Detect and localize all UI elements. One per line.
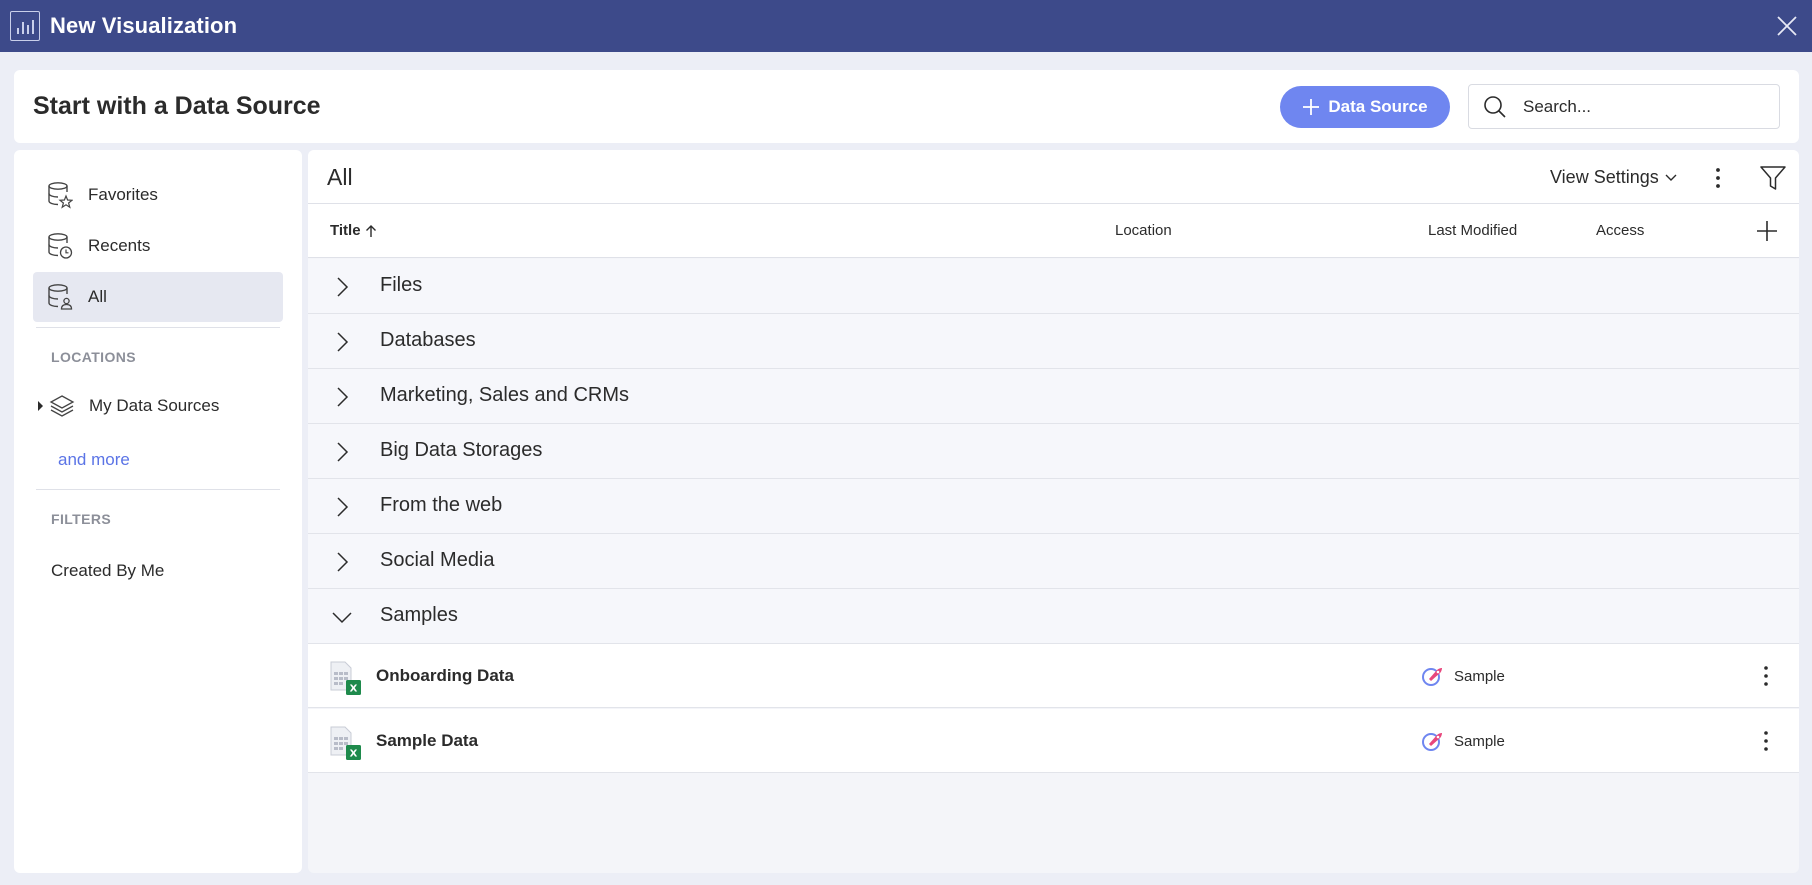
chevron-right-icon[interactable] — [330, 495, 354, 519]
and-more-link[interactable]: and more — [58, 450, 130, 470]
caret-right-icon[interactable] — [38, 401, 43, 411]
access-label: Sample — [1454, 667, 1505, 685]
title-bar: New Visualization — [0, 0, 1812, 52]
add-data-source-label: Data Source — [1328, 97, 1428, 116]
file-badge-label: X — [350, 749, 358, 760]
list-item-sample-data[interactable]: X Sample Data Sample — [308, 709, 1799, 773]
sidebar: Favorites Recents All LOCATIONS My Data … — [14, 150, 302, 873]
group-label: Big Data Storages — [380, 439, 543, 461]
sidebar-item-all[interactable]: All — [33, 272, 283, 322]
chevron-right-icon[interactable] — [330, 440, 354, 464]
breadcrumb: All — [327, 164, 353, 190]
group-label: From the web — [380, 494, 503, 516]
chevron-down-icon — [1665, 174, 1677, 181]
column-header-access[interactable]: Access — [1596, 222, 1644, 239]
database-star-icon — [48, 182, 73, 209]
sidebar-item-label: All — [88, 287, 107, 306]
chevron-down-icon[interactable] — [330, 605, 354, 629]
group-label: Databases — [380, 329, 476, 351]
main-panel: All View Settings Title Location Last Mo… — [308, 150, 1799, 873]
window-title: New Visualization — [50, 13, 238, 38]
group-label: Marketing, Sales and CRMs — [380, 384, 629, 406]
group-row-from-the-web[interactable]: From the web — [308, 479, 1799, 534]
more-options-icon[interactable] — [1756, 729, 1776, 753]
view-settings-button[interactable]: View Settings — [1550, 167, 1677, 188]
group-label: Files — [380, 274, 423, 296]
item-label: Onboarding Data — [376, 666, 514, 685]
table-header: Title Location Last Modified Access — [308, 204, 1799, 258]
column-header-location[interactable]: Location — [1115, 222, 1172, 239]
view-settings-label: View Settings — [1550, 167, 1659, 187]
sidebar-item-label: My Data Sources — [89, 396, 220, 415]
sidebar-item-my-data-sources[interactable]: My Data Sources — [38, 386, 219, 426]
group-label: Samples — [380, 604, 458, 626]
chevron-right-icon[interactable] — [330, 275, 354, 299]
list-item-onboarding-data[interactable]: X Onboarding Data Sample — [308, 644, 1799, 708]
group-row-marketing[interactable]: Marketing, Sales and CRMs — [308, 369, 1799, 424]
sidebar-item-favorites[interactable]: Favorites — [33, 170, 283, 220]
layers-icon — [49, 395, 75, 417]
access-badge: Sample — [1420, 664, 1505, 688]
excel-file-icon: X — [330, 726, 361, 760]
search-box[interactable] — [1468, 84, 1780, 129]
chevron-right-icon[interactable] — [330, 550, 354, 574]
plus-icon — [1303, 99, 1320, 115]
file-badge-label: X — [350, 684, 358, 695]
chevron-right-icon[interactable] — [330, 385, 354, 409]
group-row-samples[interactable]: Samples — [308, 589, 1799, 644]
chart-icon — [10, 11, 40, 41]
search-icon — [1484, 95, 1506, 118]
sample-rocket-icon — [1422, 668, 1442, 686]
arrow-up-icon — [365, 224, 376, 237]
column-header-last-modified[interactable]: Last Modified — [1428, 222, 1517, 239]
group-row-databases[interactable]: Databases — [308, 314, 1799, 369]
header-card: Start with a Data Source Data Source — [14, 70, 1799, 143]
group-row-big-data[interactable]: Big Data Storages — [308, 424, 1799, 479]
database-clock-icon — [48, 233, 73, 259]
more-options-icon[interactable] — [1756, 664, 1776, 688]
sidebar-item-recents[interactable]: Recents — [33, 221, 283, 271]
sidebar-divider — [36, 489, 280, 490]
access-label: Sample — [1454, 732, 1505, 750]
filters-label: FILTERS — [51, 511, 112, 527]
access-badge: Sample — [1420, 729, 1505, 753]
excel-file-icon: X — [330, 661, 361, 695]
group-row-social-media[interactable]: Social Media — [308, 534, 1799, 589]
group-row-files[interactable]: Files — [308, 259, 1799, 314]
sidebar-divider — [36, 327, 280, 328]
group-label: Social Media — [380, 549, 495, 571]
column-header-title[interactable]: Title — [330, 222, 377, 239]
add-column-icon[interactable] — [1755, 219, 1779, 243]
sample-rocket-icon — [1422, 733, 1442, 751]
more-options-icon[interactable] — [1708, 165, 1728, 191]
sidebar-item-label: Recents — [88, 236, 151, 255]
column-header-title-label: Title — [330, 222, 361, 239]
filter-created-by-me[interactable]: Created By Me — [51, 561, 164, 581]
filter-icon[interactable] — [1759, 164, 1787, 192]
database-user-icon — [48, 284, 73, 310]
sidebar-item-label: Favorites — [88, 185, 158, 204]
close-icon[interactable] — [1774, 13, 1800, 39]
page-heading: Start with a Data Source — [33, 92, 321, 120]
search-input[interactable] — [1523, 96, 1763, 117]
item-label: Sample Data — [376, 731, 479, 750]
main-toolbar: All View Settings — [308, 150, 1799, 204]
locations-label: LOCATIONS — [51, 349, 137, 365]
add-data-source-button[interactable]: Data Source — [1280, 86, 1450, 128]
chevron-right-icon[interactable] — [330, 330, 354, 354]
